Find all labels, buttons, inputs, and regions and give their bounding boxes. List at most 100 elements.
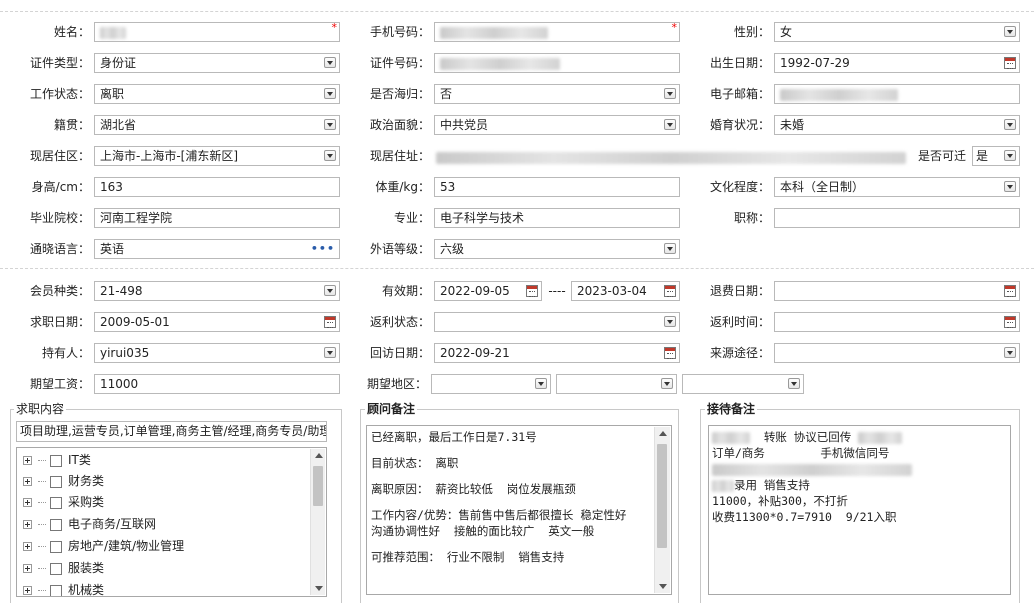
lang-level-value: 六级: [440, 242, 465, 256]
reception-notes-textarea[interactable]: 转账 协议已回传 订单/商务 手机微信同号 录用 销售支持 11000，补贴30…: [708, 425, 1011, 595]
more-icon[interactable]: •••: [311, 240, 335, 258]
scroll-up-icon[interactable]: [659, 431, 667, 436]
source-select[interactable]: [774, 343, 1020, 363]
visit-date-field[interactable]: 2022-09-21: [434, 343, 680, 363]
job-date-field[interactable]: 2009-05-01: [94, 312, 340, 332]
tree-item-it[interactable]: IT类: [23, 450, 91, 470]
gender-select[interactable]: 女: [774, 22, 1020, 42]
expand-icon[interactable]: [23, 456, 32, 465]
phone-field[interactable]: *: [434, 22, 680, 42]
calendar-icon[interactable]: [664, 347, 676, 359]
tree-scrollbar[interactable]: [310, 449, 325, 595]
language-field[interactable]: 英语 •••: [94, 239, 340, 259]
residence-area-select[interactable]: 上海市-上海市-[浦东新区]: [94, 146, 340, 166]
checkbox[interactable]: [50, 584, 62, 596]
education-select[interactable]: 本科（全日制）: [774, 177, 1020, 197]
chevron-down-icon[interactable]: [535, 378, 547, 389]
id-type-select[interactable]: 身份证: [94, 53, 340, 73]
scroll-down-icon[interactable]: [315, 586, 323, 591]
scroll-up-icon[interactable]: [315, 453, 323, 458]
tree-item-machinery[interactable]: 机械类: [23, 580, 104, 596]
chevron-down-icon[interactable]: [1004, 26, 1016, 37]
tree-item-purchasing[interactable]: 采购类: [23, 492, 104, 512]
chevron-down-icon[interactable]: [324, 150, 336, 161]
tree-item-ecommerce[interactable]: 电子商务/互联网: [23, 514, 156, 534]
valid-to-field[interactable]: 2023-03-04: [571, 281, 680, 301]
expand-icon[interactable]: [23, 586, 32, 595]
chevron-down-icon[interactable]: [664, 316, 676, 327]
expand-icon[interactable]: [23, 520, 32, 529]
checkbox[interactable]: [50, 454, 62, 467]
chevron-down-icon[interactable]: [664, 119, 676, 130]
tree-item-apparel[interactable]: 服装类: [23, 558, 104, 578]
required-mark: *: [331, 22, 338, 34]
chevron-down-icon[interactable]: [324, 57, 336, 68]
rebate-time-field[interactable]: [774, 312, 1020, 332]
name-field[interactable]: *: [94, 22, 340, 42]
chevron-down-icon[interactable]: [1004, 181, 1016, 192]
rebate-status-select[interactable]: [434, 312, 680, 332]
address-field[interactable]: [436, 150, 912, 164]
checkbox[interactable]: [50, 496, 62, 509]
height-field[interactable]: 163: [94, 177, 340, 197]
relocate-select[interactable]: 是: [972, 146, 1020, 166]
valid-from-field[interactable]: 2022-09-05: [434, 281, 542, 301]
checkbox[interactable]: [50, 540, 62, 553]
scroll-thumb[interactable]: [313, 466, 323, 506]
political-select[interactable]: 中共党员: [434, 115, 680, 135]
scroll-thumb[interactable]: [657, 444, 667, 548]
chevron-down-icon[interactable]: [788, 378, 800, 389]
job-summary-field[interactable]: 项目助理,运营专员,订单管理,商务主管/经理,商务专员/助理: [16, 421, 327, 442]
expand-icon[interactable]: [23, 498, 32, 507]
expand-icon[interactable]: [23, 477, 32, 486]
tree-item-label: IT类: [68, 453, 91, 467]
chevron-down-icon[interactable]: [664, 243, 676, 254]
area-city-select[interactable]: [556, 374, 677, 394]
chevron-down-icon[interactable]: [324, 88, 336, 99]
chevron-down-icon[interactable]: [1004, 150, 1016, 161]
weight-field[interactable]: 53: [434, 177, 680, 197]
expand-icon[interactable]: [23, 564, 32, 573]
chevron-down-icon[interactable]: [324, 119, 336, 130]
chevron-down-icon[interactable]: [1004, 119, 1016, 130]
chevron-down-icon[interactable]: [661, 378, 673, 389]
area-district-select[interactable]: [682, 374, 804, 394]
tree-item-finance[interactable]: 财务类: [23, 471, 104, 491]
calendar-icon[interactable]: [1004, 285, 1016, 297]
calendar-icon[interactable]: [1004, 316, 1016, 328]
calendar-icon[interactable]: [1004, 57, 1016, 69]
returnee-select[interactable]: 否: [434, 84, 680, 104]
job-category-tree[interactable]: IT类 财务类 采购类 电子商务/互联网 房地产/建筑/物业管理 服装类 机械类: [16, 447, 327, 597]
title-field[interactable]: [774, 208, 1020, 228]
lang-level-select[interactable]: 六级: [434, 239, 680, 259]
salary-field[interactable]: 11000: [94, 374, 340, 394]
chevron-down-icon[interactable]: [1004, 347, 1016, 358]
native-select[interactable]: 湖北省: [94, 115, 340, 135]
work-status-select[interactable]: 离职: [94, 84, 340, 104]
notes-scrollbar[interactable]: [654, 427, 670, 593]
tree-item-realestate[interactable]: 房地产/建筑/物业管理: [23, 536, 184, 556]
chevron-down-icon[interactable]: [324, 285, 336, 296]
scroll-down-icon[interactable]: [659, 584, 667, 589]
member-type-select[interactable]: 21-498: [94, 281, 340, 301]
major-field[interactable]: 电子科学与技术: [434, 208, 680, 228]
calendar-icon[interactable]: [664, 285, 676, 297]
name-label: 姓名：: [53, 25, 90, 39]
advisor-notes-textarea[interactable]: 已经离职，最后工作日是7.31号 目前状态： 离职 离职原因： 薪资比较低 岗位发展…: [366, 425, 672, 595]
refund-date-field[interactable]: [774, 281, 1020, 301]
chevron-down-icon[interactable]: [324, 347, 336, 358]
calendar-icon[interactable]: [526, 285, 538, 297]
checkbox[interactable]: [50, 518, 62, 531]
birth-date-field[interactable]: 1992-07-29: [774, 53, 1020, 73]
expand-icon[interactable]: [23, 542, 32, 551]
email-field[interactable]: [774, 84, 1020, 104]
checkbox[interactable]: [50, 562, 62, 575]
chevron-down-icon[interactable]: [664, 88, 676, 99]
id-no-field[interactable]: [434, 53, 680, 73]
calendar-icon[interactable]: [324, 316, 336, 328]
marital-select[interactable]: 未婚: [774, 115, 1020, 135]
holder-select[interactable]: yirui035: [94, 343, 340, 363]
school-field[interactable]: 河南工程学院: [94, 208, 340, 228]
area-province-select[interactable]: [431, 374, 551, 394]
checkbox[interactable]: [50, 475, 62, 488]
